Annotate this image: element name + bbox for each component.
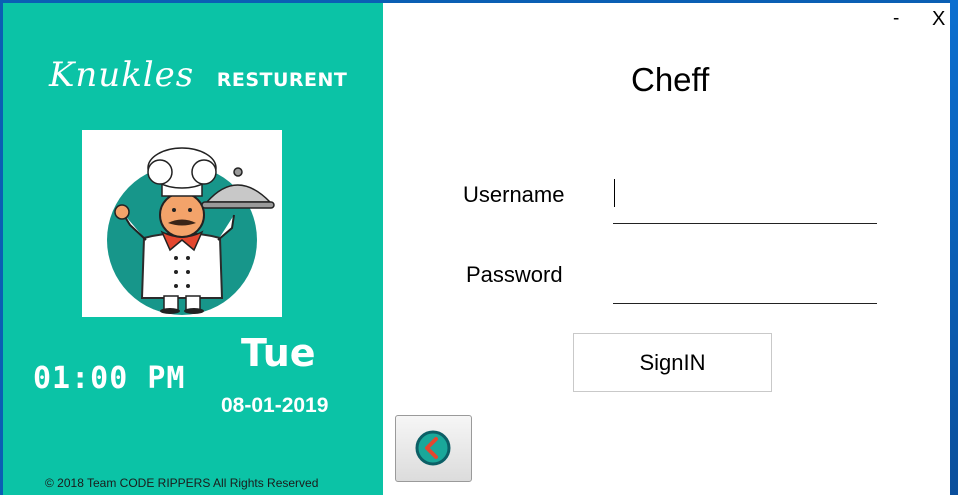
brand-script-name: Knukles [49,55,195,95]
page-title: Cheff [631,61,710,98]
password-label: Password [466,262,563,287]
branding-panel: Knukles RESTURENT 01:00 PM Tue 08-01-201… [3,3,383,495]
close-button[interactable]: X [932,8,945,31]
clock-day: Tue [241,331,316,375]
username-label: Username [463,182,565,207]
minimize-button[interactable]: - [893,8,899,30]
chef-illustration [107,147,275,315]
password-field[interactable] [613,261,877,304]
back-button[interactable] [395,415,472,482]
username-field[interactable] [613,181,877,224]
clock-date: 08-01-2019 [221,394,329,417]
text-caret [614,179,615,207]
clock-time: 01:00 PM [33,361,186,396]
login-window: Knukles RESTURENT 01:00 PM Tue 08-01-201… [3,3,950,495]
signin-button[interactable]: SignIN [573,333,772,392]
copyright-footer: © 2018 Team CODE RIPPERS All Rights Rese… [45,476,319,490]
desktop-background [950,0,958,495]
brand-word: RESTURENT [216,69,348,91]
chef-image [82,130,282,317]
chevron-left-icon [415,430,451,466]
brand-logo: Knukles RESTURENT [49,55,347,95]
